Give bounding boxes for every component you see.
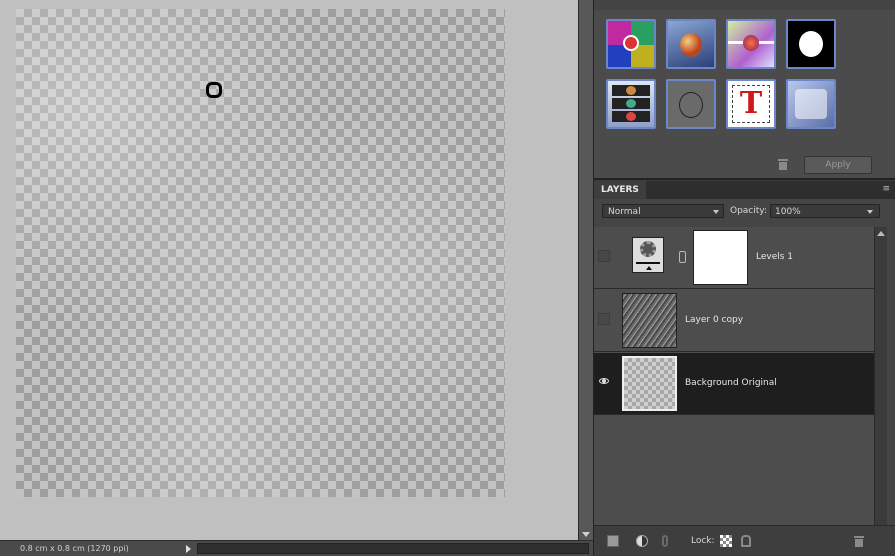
blend-mode-dropdown[interactable]: Normal xyxy=(602,204,724,218)
effects-panel: T Apply xyxy=(594,0,895,180)
chevron-down-icon[interactable] xyxy=(867,210,873,214)
effect-thumb-color-glow[interactable] xyxy=(726,19,776,69)
layers-panel: LAYERS ≡ Normal Opacity: 100% Levels 1 L… xyxy=(594,181,895,556)
lock-all-icon[interactable] xyxy=(741,535,751,547)
layer-row[interactable]: Layer 0 copy xyxy=(594,290,874,352)
layers-list: Levels 1 Layer 0 copy Background Origina… xyxy=(594,227,874,527)
layer-mask-thumbnail[interactable] xyxy=(693,230,748,285)
opacity-field[interactable]: 100% xyxy=(770,204,880,218)
layer-link-icon[interactable] xyxy=(679,251,686,263)
layer-visibility-toggle[interactable] xyxy=(598,250,610,262)
effect-thumb-film-strip[interactable] xyxy=(606,79,656,129)
horizontal-scrollbar[interactable] xyxy=(197,543,589,554)
canvas-area[interactable] xyxy=(0,0,578,540)
vertical-scrollbar[interactable] xyxy=(578,0,594,540)
scroll-up-arrow-icon[interactable] xyxy=(877,231,885,236)
scroll-down-arrow-icon[interactable] xyxy=(582,532,590,537)
effects-delete-icon[interactable] xyxy=(778,159,788,170)
adjustment-layer-icon xyxy=(632,237,664,273)
new-layer-icon[interactable] xyxy=(607,535,619,547)
image-texture xyxy=(16,9,505,497)
eye-icon[interactable] xyxy=(599,378,609,384)
layers-tab[interactable]: LAYERS xyxy=(594,181,646,199)
effect-thumb-silhouette[interactable] xyxy=(786,19,836,69)
status-menu-arrow-icon[interactable] xyxy=(186,544,191,553)
document-canvas[interactable] xyxy=(16,9,505,497)
link-layers-icon[interactable] xyxy=(662,535,668,547)
layer-name: Levels 1 xyxy=(756,252,794,262)
effect-thumb-photo-cutout[interactable] xyxy=(666,19,716,69)
panel-menu-icon[interactable]: ≡ xyxy=(882,185,890,194)
adjustment-layer-icon[interactable] xyxy=(636,535,648,547)
apply-button[interactable]: Apply xyxy=(804,156,872,174)
effect-thumb-outline[interactable] xyxy=(666,79,716,129)
brush-cursor-icon xyxy=(206,82,222,98)
document-size-readout: 0.8 cm x 0.8 cm (1270 ppi) xyxy=(20,544,129,553)
layer-name: Layer 0 copy xyxy=(685,315,744,325)
opacity-value: 100% xyxy=(775,207,801,217)
layer-row[interactable]: Levels 1 xyxy=(594,227,874,289)
effects-toolbar xyxy=(594,0,895,10)
lock-transparency-icon[interactable] xyxy=(720,535,732,547)
effect-thumb-glass[interactable] xyxy=(786,79,836,129)
layer-thumbnail[interactable] xyxy=(622,293,677,348)
layer-thumbnail[interactable] xyxy=(622,356,677,411)
layers-footer: Lock: xyxy=(594,525,895,556)
layer-visibility-toggle[interactable] xyxy=(598,313,610,325)
delete-layer-icon[interactable] xyxy=(854,536,864,547)
opacity-label: Opacity: xyxy=(730,206,767,216)
layers-scrollbar[interactable] xyxy=(874,227,887,527)
panel-bin: T Apply LAYERS ≡ Normal Opacity: 100% Le… xyxy=(593,0,895,556)
status-bar: 0.8 cm x 0.8 cm (1270 ppi) xyxy=(0,540,593,556)
lock-label: Lock: xyxy=(691,536,715,546)
chevron-down-icon xyxy=(713,210,719,214)
layers-tab-bar: LAYERS ≡ xyxy=(594,181,895,199)
layer-row[interactable]: Background Original xyxy=(594,353,874,415)
effect-thumb-text[interactable]: T xyxy=(726,79,776,129)
layer-name: Background Original xyxy=(685,378,777,388)
blend-mode-value: Normal xyxy=(608,207,641,217)
effect-thumb-color-quadrant[interactable] xyxy=(606,19,656,69)
